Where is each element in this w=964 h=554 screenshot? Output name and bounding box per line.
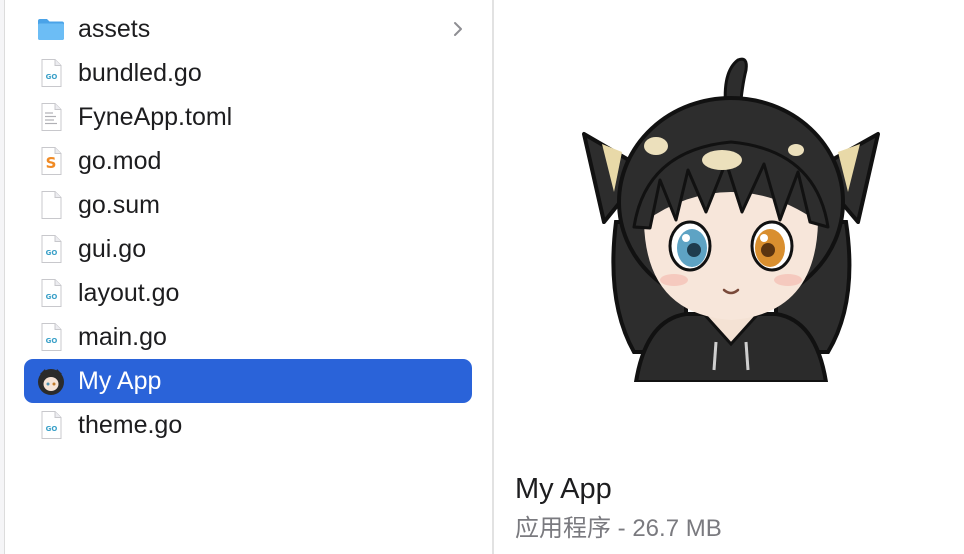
file-name: FyneApp.toml bbox=[78, 103, 233, 131]
list-item-assets[interactable]: assets bbox=[24, 7, 472, 51]
go-file-icon: GO bbox=[41, 59, 62, 87]
preview-pane: My App 应用程序 - 26.7 MB bbox=[494, 0, 964, 554]
preview-title: My App bbox=[515, 473, 612, 505]
go-file-icon: GO bbox=[41, 323, 62, 351]
blank-file-icon bbox=[41, 191, 62, 219]
svg-text:GO: GO bbox=[46, 73, 58, 81]
list-item-my-app[interactable]: My App bbox=[24, 359, 472, 403]
finder-window: assets GO bundled.go FyneApp.toml S go.m… bbox=[0, 0, 964, 554]
file-name: layout.go bbox=[78, 279, 180, 307]
preview-meta: 应用程序 - 26.7 MB bbox=[515, 515, 722, 542]
list-item-bundled-go[interactable]: GO bundled.go bbox=[24, 51, 472, 95]
go-file-icon: GO bbox=[41, 235, 62, 263]
file-name: assets bbox=[78, 15, 151, 43]
folder-icon bbox=[38, 19, 64, 40]
file-name: theme.go bbox=[78, 411, 183, 439]
svg-text:GO: GO bbox=[46, 425, 58, 433]
swift-file-icon: S bbox=[41, 147, 62, 175]
svg-text:GO: GO bbox=[46, 249, 58, 257]
svg-text:GO: GO bbox=[46, 293, 58, 301]
file-name: gui.go bbox=[78, 235, 147, 263]
text-file-icon bbox=[41, 103, 62, 131]
svg-text:S: S bbox=[46, 154, 57, 172]
file-list-column[interactable]: assets GO bundled.go FyneApp.toml S go.m… bbox=[5, 0, 492, 554]
list-item-go-sum[interactable]: go.sum bbox=[24, 183, 472, 227]
app-preview-image bbox=[582, 57, 880, 382]
go-file-icon: GO bbox=[41, 411, 62, 439]
list-item-layout-go[interactable]: GO layout.go bbox=[24, 271, 472, 315]
file-name: go.sum bbox=[78, 191, 160, 219]
file-name: bundled.go bbox=[78, 59, 202, 87]
list-item-main-go[interactable]: GO main.go bbox=[24, 315, 472, 359]
app-icon bbox=[38, 369, 64, 395]
svg-text:GO: GO bbox=[46, 337, 58, 345]
file-name: My App bbox=[78, 367, 162, 395]
file-name: main.go bbox=[78, 323, 167, 351]
list-item-fyneapp-toml[interactable]: FyneApp.toml bbox=[24, 95, 472, 139]
list-item-go-mod[interactable]: S go.mod bbox=[24, 139, 472, 183]
chevron-right-icon[interactable] bbox=[450, 18, 466, 40]
file-name: go.mod bbox=[78, 147, 162, 175]
list-item-theme-go[interactable]: GO theme.go bbox=[24, 403, 472, 447]
go-file-icon: GO bbox=[41, 279, 62, 307]
list-item-gui-go[interactable]: GO gui.go bbox=[24, 227, 472, 271]
